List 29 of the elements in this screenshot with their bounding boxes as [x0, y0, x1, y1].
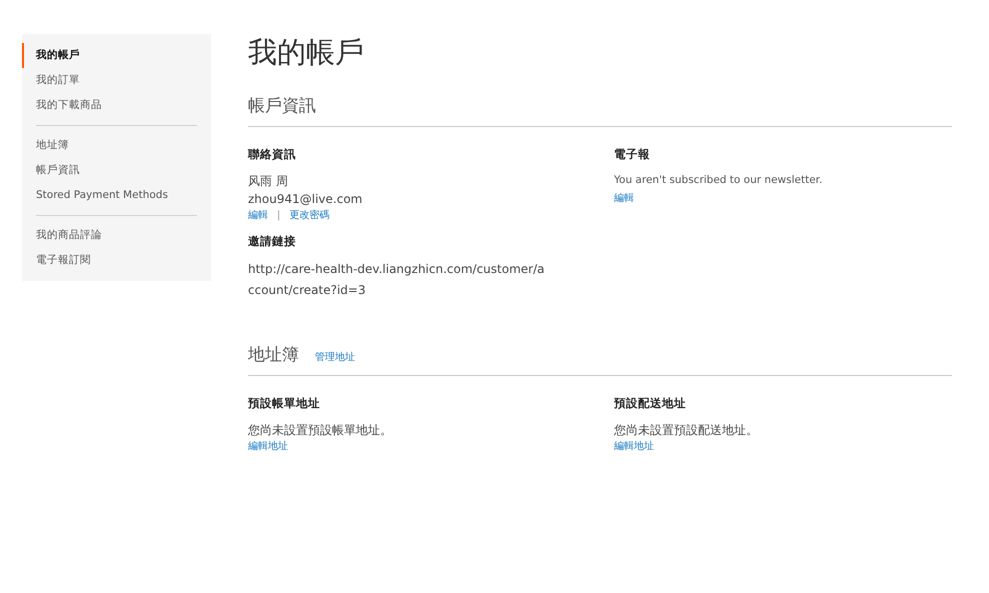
- invite-url: http://care-health-dev.liangzhicn.com/customer/account/create?id=3: [248, 261, 546, 299]
- edit-address-link[interactable]: 編輯地址: [248, 439, 288, 453]
- address-note: 您尚未設置預設配送地址。: [614, 422, 758, 439]
- customer-name: 风雨 周: [248, 173, 288, 190]
- sidebar-item[interactable]: 我的下載商品: [22, 93, 211, 118]
- sidebar-item[interactable]: 電子報訂閱: [22, 248, 211, 273]
- section-title: 帳戶資訊: [248, 95, 316, 117]
- change-password-link[interactable]: 更改密碼: [289, 208, 330, 222]
- edit-link[interactable]: 編輯: [614, 191, 634, 205]
- newsletter-heading: 電子報: [614, 147, 650, 162]
- sidebar-item[interactable]: Stored Payment Methods: [22, 183, 211, 208]
- edit-address-link[interactable]: 編輯地址: [614, 439, 654, 453]
- sidebar-item[interactable]: 帳戶資訊: [22, 158, 211, 183]
- section-title: 地址簿: [248, 344, 299, 366]
- address-note: 您尚未設置預設帳單地址。: [248, 422, 392, 439]
- sidebar-item[interactable]: 我的訂單: [22, 68, 211, 93]
- manage-addresses-link[interactable]: 管理地址: [315, 350, 355, 364]
- address-heading: 預設帳單地址: [248, 396, 320, 411]
- sidebar-item[interactable]: 地址簿: [22, 133, 211, 158]
- edit-link[interactable]: 編輯: [248, 208, 268, 222]
- link-separator: |: [277, 210, 280, 220]
- newsletter-status: You aren't subscribed to our newsletter.: [614, 173, 822, 188]
- sidebar-item[interactable]: 我的帳戶: [22, 43, 211, 68]
- sidebar-item[interactable]: 我的商品評論: [22, 223, 211, 248]
- contact-heading: 聯絡資訊: [248, 147, 296, 162]
- invite-heading: 邀請鏈接: [248, 234, 296, 249]
- address-heading: 預設配送地址: [614, 396, 686, 411]
- customer-email: zhou941@live.com: [248, 191, 362, 208]
- page-title: 我的帳戶: [248, 34, 365, 70]
